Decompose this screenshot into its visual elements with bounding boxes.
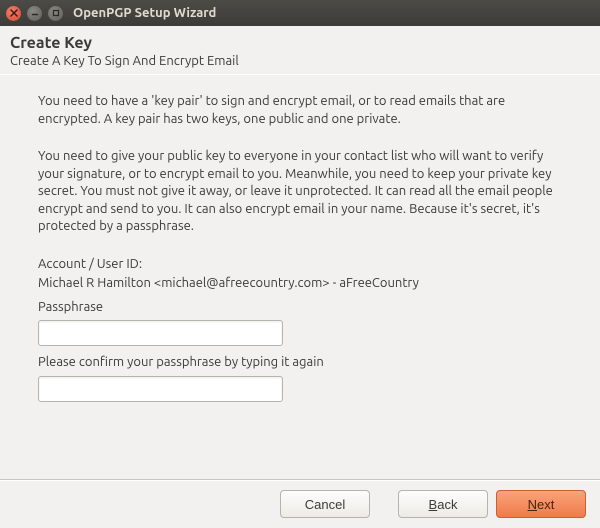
page-subtitle: Create A Key To Sign And Encrypt Email xyxy=(10,54,590,68)
cancel-button-label: Cancel xyxy=(305,497,345,512)
window-title: OpenPGP Setup Wizard xyxy=(73,6,216,20)
minimize-icon[interactable] xyxy=(27,6,42,21)
intro-paragraph-2: You need to give your public key to ever… xyxy=(38,148,562,236)
page-title: Create Key xyxy=(10,34,590,52)
maximize-icon[interactable] xyxy=(48,6,63,21)
account-value: Michael R Hamilton <michael@afreecountry… xyxy=(38,275,562,293)
window-titlebar: OpenPGP Setup Wizard xyxy=(0,0,600,26)
wizard-header: Create Key Create A Key To Sign And Encr… xyxy=(0,26,600,74)
intro-paragraph-1: You need to have a 'key pair' to sign an… xyxy=(38,93,562,128)
wizard-footer: Cancel Back Next xyxy=(0,479,600,528)
next-button[interactable]: Next xyxy=(496,490,586,518)
account-label: Account / User ID: xyxy=(38,256,562,274)
cancel-button[interactable]: Cancel xyxy=(280,490,370,518)
confirm-passphrase-label: Please confirm your passphrase by typing… xyxy=(38,354,562,372)
back-button[interactable]: Back xyxy=(398,490,488,518)
wizard-body: You need to have a 'key pair' to sign an… xyxy=(0,75,600,412)
passphrase-input[interactable] xyxy=(38,320,283,346)
confirm-passphrase-input[interactable] xyxy=(38,376,283,402)
close-icon[interactable] xyxy=(6,6,21,21)
passphrase-label: Passphrase xyxy=(38,299,562,317)
